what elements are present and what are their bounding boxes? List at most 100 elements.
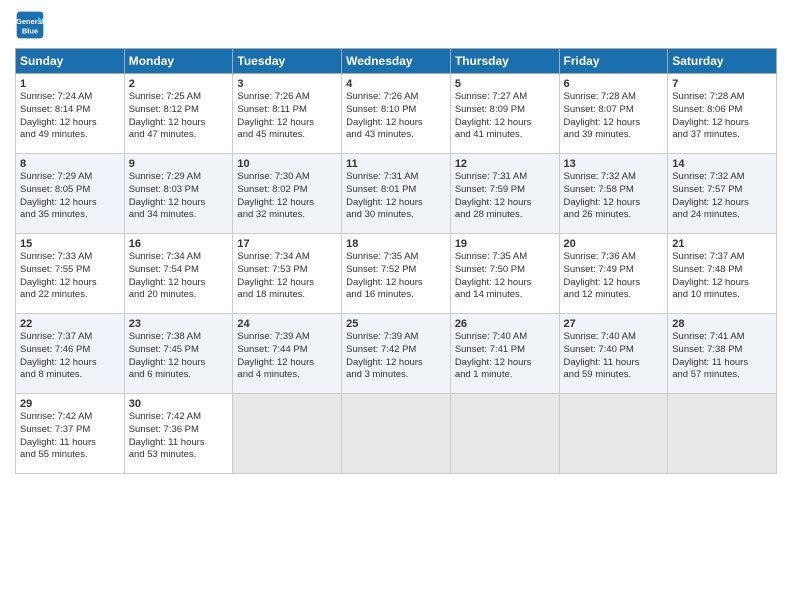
cell-content: Sunrise: 7:42 AMSunset: 7:37 PMDaylight:… bbox=[20, 411, 120, 462]
day-number: 21 bbox=[672, 238, 772, 250]
day-number: 10 bbox=[237, 158, 337, 170]
calendar-cell: 28Sunrise: 7:41 AMSunset: 7:38 PMDayligh… bbox=[668, 314, 777, 394]
calendar-cell: 15Sunrise: 7:33 AMSunset: 7:55 PMDayligh… bbox=[16, 234, 125, 314]
calendar-cell bbox=[342, 394, 451, 474]
cell-content: Sunrise: 7:32 AMSunset: 7:58 PMDaylight:… bbox=[564, 171, 664, 222]
day-number: 30 bbox=[129, 398, 229, 410]
weekday-header-saturday: Saturday bbox=[668, 49, 777, 74]
calendar-week-5: 29Sunrise: 7:42 AMSunset: 7:37 PMDayligh… bbox=[16, 394, 777, 474]
weekday-header-tuesday: Tuesday bbox=[233, 49, 342, 74]
day-number: 28 bbox=[672, 318, 772, 330]
calendar-cell: 26Sunrise: 7:40 AMSunset: 7:41 PMDayligh… bbox=[450, 314, 559, 394]
day-number: 7 bbox=[672, 78, 772, 90]
day-number: 14 bbox=[672, 158, 772, 170]
day-number: 20 bbox=[564, 238, 664, 250]
calendar-week-2: 8Sunrise: 7:29 AMSunset: 8:05 PMDaylight… bbox=[16, 154, 777, 234]
calendar-table: SundayMondayTuesdayWednesdayThursdayFrid… bbox=[15, 48, 777, 474]
day-number: 18 bbox=[346, 238, 446, 250]
cell-content: Sunrise: 7:27 AMSunset: 8:09 PMDaylight:… bbox=[455, 91, 555, 142]
calendar-cell bbox=[233, 394, 342, 474]
cell-content: Sunrise: 7:33 AMSunset: 7:55 PMDaylight:… bbox=[20, 251, 120, 302]
day-number: 13 bbox=[564, 158, 664, 170]
calendar-cell: 14Sunrise: 7:32 AMSunset: 7:57 PMDayligh… bbox=[668, 154, 777, 234]
calendar-cell: 8Sunrise: 7:29 AMSunset: 8:05 PMDaylight… bbox=[16, 154, 125, 234]
calendar-cell: 21Sunrise: 7:37 AMSunset: 7:48 PMDayligh… bbox=[668, 234, 777, 314]
day-number: 3 bbox=[237, 78, 337, 90]
day-number: 17 bbox=[237, 238, 337, 250]
cell-content: Sunrise: 7:39 AMSunset: 7:42 PMDaylight:… bbox=[346, 331, 446, 382]
calendar-cell: 9Sunrise: 7:29 AMSunset: 8:03 PMDaylight… bbox=[124, 154, 233, 234]
day-number: 19 bbox=[455, 238, 555, 250]
logo: General Blue bbox=[15, 10, 45, 40]
calendar-cell: 1Sunrise: 7:24 AMSunset: 8:14 PMDaylight… bbox=[16, 74, 125, 154]
cell-content: Sunrise: 7:34 AMSunset: 7:53 PMDaylight:… bbox=[237, 251, 337, 302]
svg-text:Blue: Blue bbox=[22, 26, 38, 35]
calendar-cell: 7Sunrise: 7:28 AMSunset: 8:06 PMDaylight… bbox=[668, 74, 777, 154]
calendar-cell: 22Sunrise: 7:37 AMSunset: 7:46 PMDayligh… bbox=[16, 314, 125, 394]
day-number: 5 bbox=[455, 78, 555, 90]
calendar-cell: 4Sunrise: 7:26 AMSunset: 8:10 PMDaylight… bbox=[342, 74, 451, 154]
calendar-cell: 23Sunrise: 7:38 AMSunset: 7:45 PMDayligh… bbox=[124, 314, 233, 394]
weekday-header-thursday: Thursday bbox=[450, 49, 559, 74]
calendar-cell: 11Sunrise: 7:31 AMSunset: 8:01 PMDayligh… bbox=[342, 154, 451, 234]
calendar-cell bbox=[450, 394, 559, 474]
calendar-week-1: 1Sunrise: 7:24 AMSunset: 8:14 PMDaylight… bbox=[16, 74, 777, 154]
day-number: 6 bbox=[564, 78, 664, 90]
cell-content: Sunrise: 7:39 AMSunset: 7:44 PMDaylight:… bbox=[237, 331, 337, 382]
calendar-cell: 18Sunrise: 7:35 AMSunset: 7:52 PMDayligh… bbox=[342, 234, 451, 314]
cell-content: Sunrise: 7:40 AMSunset: 7:40 PMDaylight:… bbox=[564, 331, 664, 382]
cell-content: Sunrise: 7:34 AMSunset: 7:54 PMDaylight:… bbox=[129, 251, 229, 302]
day-number: 4 bbox=[346, 78, 446, 90]
day-number: 25 bbox=[346, 318, 446, 330]
calendar-cell: 16Sunrise: 7:34 AMSunset: 7:54 PMDayligh… bbox=[124, 234, 233, 314]
calendar-cell: 10Sunrise: 7:30 AMSunset: 8:02 PMDayligh… bbox=[233, 154, 342, 234]
cell-content: Sunrise: 7:29 AMSunset: 8:05 PMDaylight:… bbox=[20, 171, 120, 222]
calendar-cell: 25Sunrise: 7:39 AMSunset: 7:42 PMDayligh… bbox=[342, 314, 451, 394]
cell-content: Sunrise: 7:40 AMSunset: 7:41 PMDaylight:… bbox=[455, 331, 555, 382]
calendar-cell: 30Sunrise: 7:42 AMSunset: 7:36 PMDayligh… bbox=[124, 394, 233, 474]
weekday-header-monday: Monday bbox=[124, 49, 233, 74]
calendar-week-4: 22Sunrise: 7:37 AMSunset: 7:46 PMDayligh… bbox=[16, 314, 777, 394]
cell-content: Sunrise: 7:25 AMSunset: 8:12 PMDaylight:… bbox=[129, 91, 229, 142]
cell-content: Sunrise: 7:31 AMSunset: 8:01 PMDaylight:… bbox=[346, 171, 446, 222]
cell-content: Sunrise: 7:38 AMSunset: 7:45 PMDaylight:… bbox=[129, 331, 229, 382]
day-number: 11 bbox=[346, 158, 446, 170]
weekday-header-wednesday: Wednesday bbox=[342, 49, 451, 74]
logo-icon: General Blue bbox=[15, 10, 45, 40]
calendar-cell bbox=[668, 394, 777, 474]
calendar-cell: 6Sunrise: 7:28 AMSunset: 8:07 PMDaylight… bbox=[559, 74, 668, 154]
day-number: 29 bbox=[20, 398, 120, 410]
cell-content: Sunrise: 7:37 AMSunset: 7:48 PMDaylight:… bbox=[672, 251, 772, 302]
cell-content: Sunrise: 7:36 AMSunset: 7:49 PMDaylight:… bbox=[564, 251, 664, 302]
cell-content: Sunrise: 7:26 AMSunset: 8:10 PMDaylight:… bbox=[346, 91, 446, 142]
calendar-cell: 2Sunrise: 7:25 AMSunset: 8:12 PMDaylight… bbox=[124, 74, 233, 154]
calendar-cell: 13Sunrise: 7:32 AMSunset: 7:58 PMDayligh… bbox=[559, 154, 668, 234]
cell-content: Sunrise: 7:35 AMSunset: 7:50 PMDaylight:… bbox=[455, 251, 555, 302]
cell-content: Sunrise: 7:28 AMSunset: 8:06 PMDaylight:… bbox=[672, 91, 772, 142]
calendar-cell: 20Sunrise: 7:36 AMSunset: 7:49 PMDayligh… bbox=[559, 234, 668, 314]
cell-content: Sunrise: 7:35 AMSunset: 7:52 PMDaylight:… bbox=[346, 251, 446, 302]
day-number: 12 bbox=[455, 158, 555, 170]
calendar-cell: 27Sunrise: 7:40 AMSunset: 7:40 PMDayligh… bbox=[559, 314, 668, 394]
day-number: 24 bbox=[237, 318, 337, 330]
day-number: 2 bbox=[129, 78, 229, 90]
calendar-cell: 3Sunrise: 7:26 AMSunset: 8:11 PMDaylight… bbox=[233, 74, 342, 154]
cell-content: Sunrise: 7:42 AMSunset: 7:36 PMDaylight:… bbox=[129, 411, 229, 462]
cell-content: Sunrise: 7:30 AMSunset: 8:02 PMDaylight:… bbox=[237, 171, 337, 222]
weekday-header-row: SundayMondayTuesdayWednesdayThursdayFrid… bbox=[16, 49, 777, 74]
calendar-week-3: 15Sunrise: 7:33 AMSunset: 7:55 PMDayligh… bbox=[16, 234, 777, 314]
day-number: 9 bbox=[129, 158, 229, 170]
day-number: 23 bbox=[129, 318, 229, 330]
calendar-cell: 17Sunrise: 7:34 AMSunset: 7:53 PMDayligh… bbox=[233, 234, 342, 314]
calendar-cell: 29Sunrise: 7:42 AMSunset: 7:37 PMDayligh… bbox=[16, 394, 125, 474]
day-number: 15 bbox=[20, 238, 120, 250]
cell-content: Sunrise: 7:32 AMSunset: 7:57 PMDaylight:… bbox=[672, 171, 772, 222]
calendar-cell bbox=[559, 394, 668, 474]
cell-content: Sunrise: 7:37 AMSunset: 7:46 PMDaylight:… bbox=[20, 331, 120, 382]
weekday-header-sunday: Sunday bbox=[16, 49, 125, 74]
calendar-cell: 19Sunrise: 7:35 AMSunset: 7:50 PMDayligh… bbox=[450, 234, 559, 314]
day-number: 1 bbox=[20, 78, 120, 90]
cell-content: Sunrise: 7:31 AMSunset: 7:59 PMDaylight:… bbox=[455, 171, 555, 222]
calendar-cell: 5Sunrise: 7:27 AMSunset: 8:09 PMDaylight… bbox=[450, 74, 559, 154]
day-number: 22 bbox=[20, 318, 120, 330]
